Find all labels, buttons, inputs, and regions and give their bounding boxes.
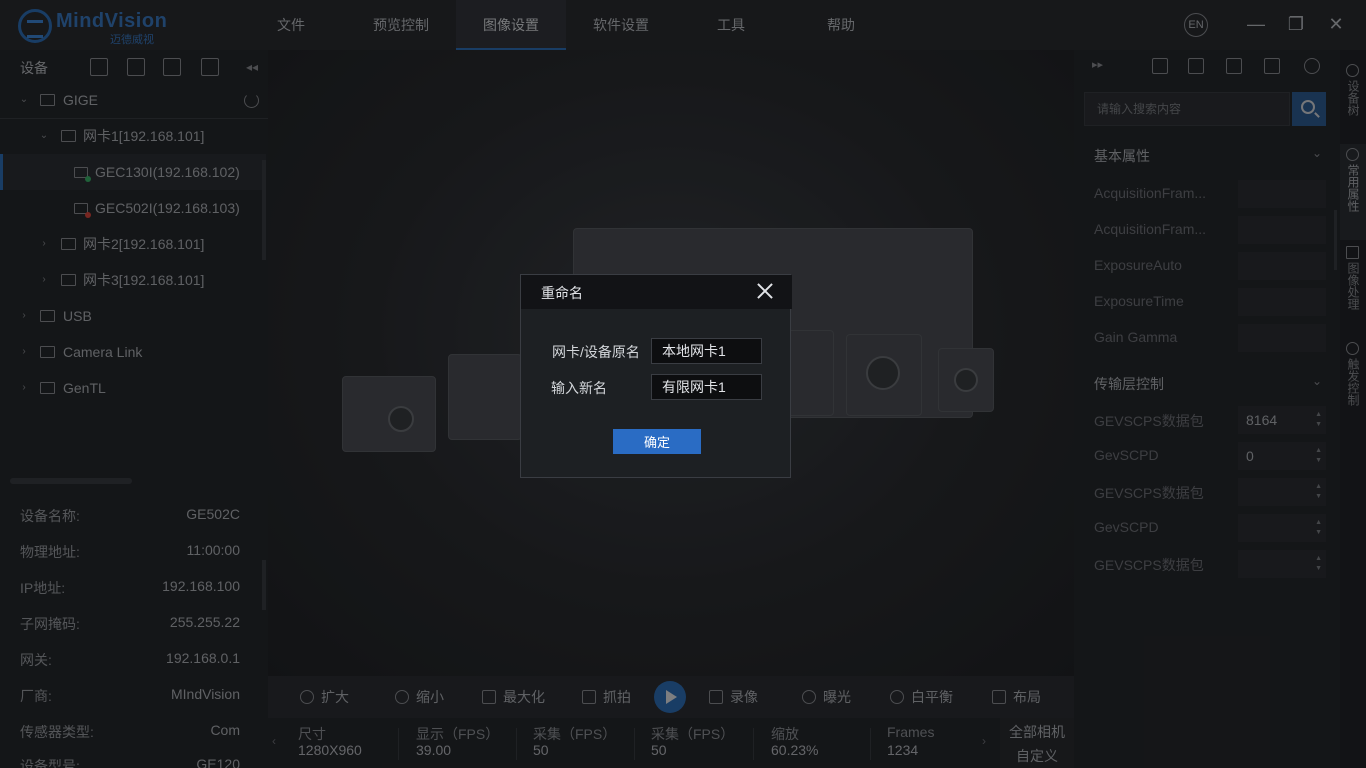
close-icon[interactable] bbox=[755, 281, 775, 301]
dialog-title: 重命名 bbox=[541, 285, 583, 301]
original-name-field[interactable] bbox=[651, 338, 762, 364]
original-name-label: 网卡/设备原名 bbox=[552, 344, 640, 360]
new-name-input[interactable] bbox=[651, 374, 762, 400]
dialog-header: 重命名 bbox=[521, 275, 792, 309]
confirm-button[interactable]: 确定 bbox=[613, 429, 701, 454]
new-name-label: 输入新名 bbox=[551, 380, 607, 396]
rename-dialog: 重命名 网卡/设备原名 输入新名 确定 bbox=[520, 274, 792, 478]
